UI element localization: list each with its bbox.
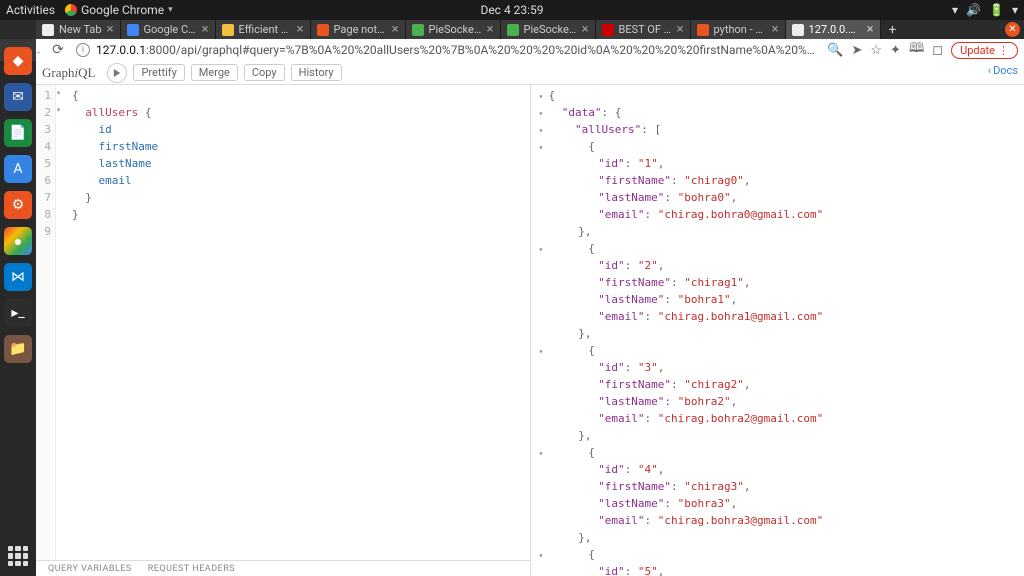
dock-app-chrome[interactable]: ● [4,227,32,255]
search-icon[interactable]: 🔍 [827,43,843,58]
browser-tab[interactable]: python - Date × [691,20,786,39]
graphiql-title: GraphiQL [42,65,95,81]
page-content: GraphiQL Prettify Merge Copy History ‹ Docs… [36,61,1024,576]
tab-label: PieSocket We [429,23,482,36]
favicon [222,24,234,36]
favicon [507,24,519,36]
favicon [412,24,424,36]
site-info-icon[interactable]: i [76,43,90,57]
favicon [602,24,614,36]
favicon [792,24,804,36]
browser-tab[interactable]: Efficient Pag × [216,20,311,39]
browser-tab[interactable]: New Tab × [36,20,121,39]
query-editor[interactable]: 123456789 { allUsers { id firstName last… [36,85,530,560]
battery-icon[interactable]: 🔋 [989,3,1004,17]
favicon [697,24,709,36]
dock-app-software[interactable]: A [4,155,32,183]
address-bar: ← → ⟳ i 127.0.0.1:8000/api/graphql#query… [0,39,1024,61]
dock-app-vscode[interactable]: ⋈ [4,263,32,291]
show-applications-button[interactable] [8,546,28,566]
execute-query-button[interactable] [107,63,127,83]
extensions-icon[interactable]: ✦ [890,43,901,58]
result-pane: ▾{▾ "data": {▾ "allUsers": [▾ { "id": "1… [531,85,1024,576]
dock-app-settings[interactable]: ⚙ [4,191,32,219]
tab-label: Efficient Pag [239,23,292,36]
new-tab-button[interactable]: + [881,20,905,39]
tab-label: BEST OF KIS [619,23,672,36]
dock-app-thunderbird[interactable]: ✉ [4,83,32,111]
prettify-button[interactable]: Prettify [133,64,184,81]
volume-icon[interactable]: 🔊 [966,3,981,17]
activities-button[interactable]: Activities [6,3,55,17]
close-icon[interactable]: × [392,22,399,37]
close-icon[interactable]: × [772,22,779,37]
close-icon[interactable]: × [202,22,209,37]
browser-tab[interactable]: Page not fou × [311,20,406,39]
browser-tab-bar: New Tab × Google Chro × Efficient Pag × … [0,20,1024,39]
copy-button[interactable]: Copy [244,64,285,81]
graphiql-toolbar: GraphiQL Prettify Merge Copy History ‹ Docs [36,61,1024,85]
system-top-bar: Activities Google Chrome ▾ Dec 4 23:59 ▾… [0,0,1024,20]
tab-request-headers[interactable]: REQUEST HEADERS [148,564,235,574]
url-field[interactable]: i 127.0.0.1:8000/api/graphql#query=%7B%0… [72,43,821,57]
close-icon[interactable]: × [867,22,874,37]
clock[interactable]: Dec 4 23:59 [480,3,543,17]
query-editor-pane: 123456789 { allUsers { id firstName last… [36,85,531,576]
tab-query-variables[interactable]: QUERY VARIABLES [48,564,132,574]
close-icon[interactable]: × [297,22,304,37]
tab-label: Page not fou [334,23,387,36]
power-menu-icon[interactable]: ▾ [1012,3,1018,17]
editor-bottom-tabs: QUERY VARIABLES REQUEST HEADERS [36,560,530,576]
profile-icon[interactable]: ◻ [932,43,943,58]
window-close-button[interactable]: ✕ [1005,22,1020,37]
close-icon[interactable]: × [677,22,684,37]
docs-button[interactable]: ‹ Docs [988,64,1018,77]
merge-button[interactable]: Merge [191,64,238,81]
chevron-down-icon: ▾ [168,5,173,15]
tab-label: PieSocket We [524,23,577,36]
dock-app-folder[interactable]: 📁 [4,335,32,363]
browser-tab[interactable]: PieSocket We × [501,20,596,39]
share-icon[interactable]: ➤ [851,43,862,58]
browser-tab[interactable]: Google Chro × [121,20,216,39]
bookmark-icon[interactable]: ☆ [870,43,882,58]
graphiql-panes: 123456789 { allUsers { id firstName last… [36,85,1024,576]
reading-list-icon[interactable]: 🕮 [909,39,924,61]
tab-label: python - Date [714,23,767,36]
dock-app-files[interactable]: ◆ [4,47,32,75]
close-icon[interactable]: × [107,22,114,37]
launcher-dock: ◆ ✉ 📄 A ⚙ ● ⋈ ▸_ 📁 [0,39,36,576]
tab-label: Google Chro [144,23,197,36]
app-label: Google Chrome [81,3,164,17]
result-viewer[interactable]: ▾{▾ "data": {▾ "allUsers": [▾ { "id": "1… [531,85,1024,576]
tab-label: New Tab [59,23,102,36]
history-button[interactable]: History [291,64,342,81]
favicon [127,24,139,36]
tab-label: 127.0.0.1:800 [809,23,862,36]
reload-button[interactable]: ⟳ [50,42,66,58]
dock-app-writer[interactable]: 📄 [4,119,32,147]
close-icon[interactable]: × [487,22,494,37]
close-icon[interactable]: × [582,22,589,37]
chevron-left-icon: ‹ [988,64,991,77]
browser-tab[interactable]: BEST OF KIS × [596,20,691,39]
favicon [317,24,329,36]
chrome-icon [65,4,77,16]
browser-tab[interactable]: 127.0.0.1:800 × [786,20,881,39]
network-icon[interactable]: ▾ [952,3,958,17]
url-text: 127.0.0.1:8000/api/graphql#query=%7B%0A%… [96,43,817,57]
active-app-indicator[interactable]: Google Chrome ▾ [65,3,173,17]
browser-tab[interactable]: PieSocket We × [406,20,501,39]
dock-app-terminal[interactable]: ▸_ [4,299,32,327]
update-button[interactable]: Update⋮ [951,42,1018,59]
kebab-icon: ⋮ [998,44,1009,57]
favicon [42,24,54,36]
